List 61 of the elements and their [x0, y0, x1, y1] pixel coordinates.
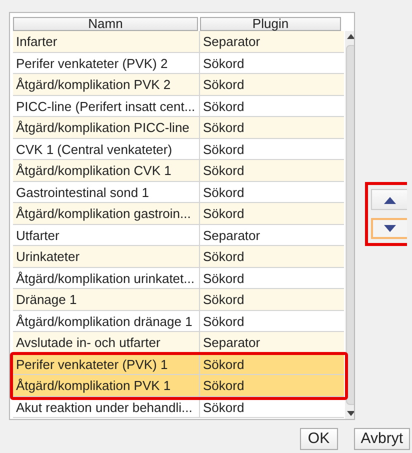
table-cell: PICC-line (Perifert insatt cent...: [13, 96, 200, 116]
move-down-button[interactable]: [371, 218, 407, 239]
table-cell-text: Separator: [202, 334, 262, 352]
table-row[interactable]: Åtgärd/komplikation PVK 2 Sökord: [13, 74, 344, 96]
table-row[interactable]: Åtgärd/komplikation PVK 1 Sökord: [13, 375, 344, 396]
table-cell: CVK 1 (Central venkateter): [13, 138, 200, 159]
table-cell: Åtgärd/komplikation PVK 1: [13, 375, 200, 396]
table-row[interactable]: Åtgärd/komplikation dränage 1 Sökord: [13, 310, 344, 332]
table-cell-text: Sökord: [202, 54, 246, 72]
ok-button[interactable]: OK: [300, 428, 338, 450]
table-cell-text: Separator: [202, 33, 262, 51]
table-row[interactable]: Åtgärd/komplikation CVK 1 Sökord: [13, 160, 344, 182]
table-cell: Urinkateter: [13, 246, 200, 266]
table-cell-text: Sökord: [202, 205, 246, 223]
table-row[interactable]: CVK 1 (Central venkateter) Sökord: [13, 138, 344, 160]
table-row[interactable]: Gastrointestinal sond 1 Sökord: [13, 182, 344, 203]
table-cell: Åtgärd/komplikation PICC-line: [13, 117, 200, 138]
table-cell-text: Sökord: [202, 377, 246, 395]
table-cell: Perifer venkateter (PVK) 2: [13, 52, 200, 73]
table-row[interactable]: Utfarter Separator: [13, 224, 344, 246]
table-row[interactable]: Avslutade in- och utfarter Separator: [13, 332, 344, 354]
table-cell-text: Sökord: [202, 140, 246, 158]
table-cell: Avslutade in- och utfarter: [13, 332, 200, 352]
table-row[interactable]: Urinkateter Sökord: [13, 246, 344, 268]
table-row[interactable]: Infarter Separator: [13, 31, 344, 52]
table-row[interactable]: Dränage 1 Sökord: [13, 289, 344, 310]
column-header[interactable]: Namn: [13, 17, 198, 31]
table-row[interactable]: Perifer venkateter (PVK) 1 Sökord: [13, 354, 344, 375]
cancel-button[interactable]: Avbryt: [354, 428, 410, 450]
table-row[interactable]: Perifer venkateter (PVK) 2 Sökord: [13, 52, 344, 74]
table-cell-text: Sökord: [202, 356, 246, 374]
table-cell: Perifer venkateter (PVK) 1: [13, 354, 200, 374]
table-row[interactable]: PICC-line (Perifert insatt cent... Sökord: [13, 96, 344, 117]
column-header[interactable]: Plugin: [200, 17, 341, 31]
table-cell-text: Sökord: [202, 248, 246, 266]
table-cell: Åtgärd/komplikation urinkatet...: [13, 268, 200, 288]
table-cell-text: Sökord: [202, 76, 246, 94]
table-cell: Åtgärd/komplikation CVK 1: [13, 160, 200, 180]
arrow-up-icon: [384, 196, 396, 204]
table-cell: Åtgärd/komplikation dränage 1: [13, 310, 200, 331]
table-cell: Åtgärd/komplikation gastroin...: [13, 203, 200, 224]
move-up-button[interactable]: [371, 189, 407, 210]
table-cell: Gastrointestinal sond 1: [13, 182, 200, 202]
table-cell: Dränage 1: [13, 289, 200, 310]
table-cell-text: Separator: [202, 226, 262, 245]
table-cell-text: Sökord: [202, 162, 246, 180]
table-cell: Åtgärd/komplikation PVK 2: [13, 74, 200, 94]
table-row[interactable]: Åtgärd/komplikation gastroin... Sökord: [13, 203, 344, 224]
table-cell: Utfarter: [13, 224, 200, 245]
table-cell-text: Sökord: [202, 291, 246, 309]
table-cell-text: Sökord: [202, 312, 246, 330]
table-cell-text: Sökord: [202, 119, 246, 137]
table-cell: Infarter: [13, 31, 200, 52]
table-cell-text: Sökord: [202, 98, 246, 116]
arrow-down-icon: [384, 224, 396, 232]
table-cell-text: Sökord: [202, 270, 246, 288]
table-row[interactable]: Åtgärd/komplikation PICC-line Sökord: [13, 117, 344, 138]
table-row[interactable]: Åtgärd/komplikation urinkatet... Sökord: [13, 268, 344, 289]
table-cell-text: Sökord: [202, 398, 246, 416]
table-cell-text: Sökord: [202, 184, 246, 202]
table-cell: Akut reaktion under behandli...: [13, 396, 200, 417]
